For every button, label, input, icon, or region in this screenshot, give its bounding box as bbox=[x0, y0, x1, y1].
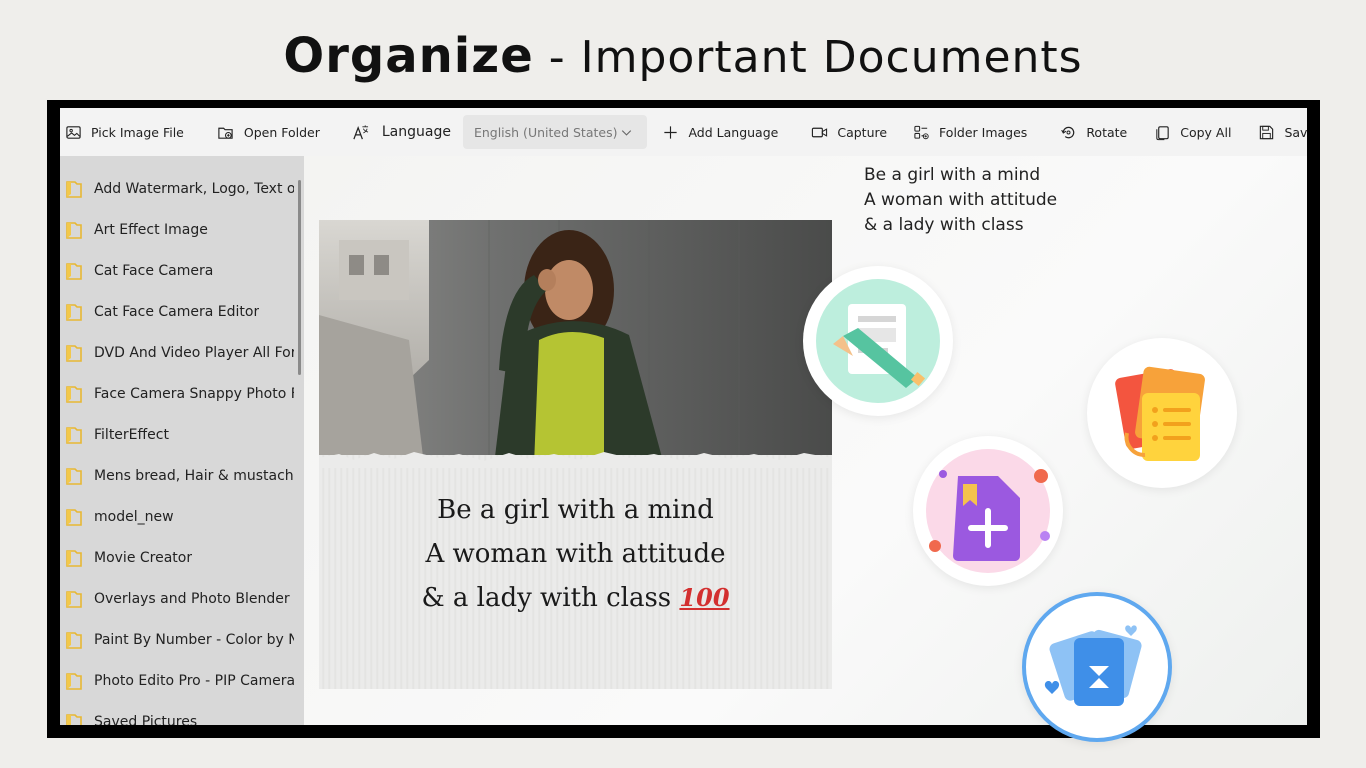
folder-list-item[interactable]: Face Camera Snappy Photo Filt bbox=[60, 373, 300, 414]
chevron-down-icon bbox=[617, 123, 635, 141]
folder-icon bbox=[66, 385, 82, 403]
copy-icon bbox=[1153, 123, 1171, 141]
folder-list-item[interactable]: Paint By Number - Color by Nu bbox=[60, 619, 300, 660]
folder-list-item[interactable]: DVD And Video Player All Form bbox=[60, 332, 300, 373]
folder-icon bbox=[66, 549, 82, 567]
add-document-bubble bbox=[913, 436, 1063, 586]
extracted-text[interactable]: Be a girl with a mind A woman with attit… bbox=[864, 163, 1057, 238]
folder-open-icon bbox=[217, 123, 235, 141]
folder-icon bbox=[66, 221, 82, 239]
add-language-label: Add Language bbox=[688, 124, 779, 140]
folder-list-item-label: Overlays and Photo Blender bbox=[94, 590, 290, 607]
language-control: Language bbox=[352, 108, 451, 156]
folder-list-item-label: Movie Creator bbox=[94, 549, 193, 566]
edit-document-icon bbox=[816, 279, 940, 403]
banner-headline: Organize - Important Documents bbox=[0, 28, 1366, 84]
folder-list-item-label: FilterEffect bbox=[94, 426, 169, 443]
folder-list-item[interactable]: Overlays and Photo Blender bbox=[60, 578, 300, 619]
compress-document-icon bbox=[1044, 625, 1142, 706]
folder-list-item[interactable]: Saved Pictures bbox=[60, 701, 300, 725]
copy-all-label: Copy All bbox=[1180, 124, 1232, 140]
add-document-icon bbox=[926, 449, 1050, 573]
pick-image-file-button[interactable]: Pick Image File bbox=[64, 108, 184, 156]
capture-label: Capture bbox=[837, 124, 888, 140]
save-button[interactable]: Save bbox=[1257, 108, 1307, 156]
compress-document-bubble bbox=[1022, 592, 1172, 742]
folder-icon bbox=[66, 467, 82, 485]
video-camera-icon bbox=[810, 123, 828, 141]
folder-list-item[interactable]: Photo Edito Pro - PIP Camera E bbox=[60, 660, 300, 701]
folder-images-label: Folder Images bbox=[939, 124, 1028, 140]
folder-list-item-label: DVD And Video Player All Form bbox=[94, 344, 294, 361]
document-list-bubble bbox=[1087, 338, 1237, 488]
folder-icon bbox=[66, 426, 82, 444]
pick-image-file-label: Pick Image File bbox=[91, 124, 184, 140]
image-quote-line3: & a lady with class bbox=[421, 583, 672, 613]
folder-icon bbox=[66, 344, 82, 362]
folder-list-item[interactable]: Cat Face Camera Editor bbox=[60, 291, 300, 332]
folder-list-item[interactable]: Art Effect Image bbox=[60, 209, 300, 250]
language-dropdown[interactable]: English (United States) bbox=[462, 115, 648, 149]
banner-bold-text: Organize bbox=[283, 28, 534, 84]
folder-icon bbox=[66, 262, 82, 280]
folder-list-item-label: model_new bbox=[94, 508, 174, 525]
folder-list-item-label: Face Camera Snappy Photo Filt bbox=[94, 385, 294, 402]
image-quote: Be a girl with a mind A woman with attit… bbox=[319, 488, 832, 620]
capture-button[interactable]: Capture bbox=[810, 108, 887, 156]
extracted-text-line3: & a lady with class bbox=[864, 215, 1024, 235]
folder-icon bbox=[66, 590, 82, 608]
image-quote-line1: Be a girl with a mind bbox=[437, 495, 714, 525]
folder-list-item-label: Photo Edito Pro - PIP Camera E bbox=[94, 672, 294, 689]
scrollbar-thumb[interactable] bbox=[298, 180, 301, 375]
font-language-icon bbox=[352, 123, 370, 141]
folder-list-item-label: Saved Pictures bbox=[94, 713, 198, 726]
rotate-label: Rotate bbox=[1086, 124, 1128, 140]
plus-icon bbox=[661, 123, 679, 141]
extracted-text-line1: Be a girl with a mind bbox=[864, 165, 1041, 185]
folder-list: Add Watermark, Logo, Text on I Art Effect… bbox=[60, 156, 304, 725]
folder-list-item[interactable]: model_new bbox=[60, 496, 300, 537]
language-selected-value: English (United States) bbox=[473, 124, 618, 140]
document-list-icon bbox=[1115, 366, 1205, 461]
folder-list-item-label: Cat Face Camera bbox=[94, 262, 214, 279]
image-preview: Be a girl with a mind A woman with attit… bbox=[319, 220, 832, 689]
extracted-text-line2: A woman with attitude bbox=[864, 190, 1058, 210]
folder-images-icon bbox=[912, 123, 930, 141]
open-folder-label: Open Folder bbox=[243, 124, 320, 140]
portrait-photo bbox=[319, 220, 832, 465]
image-icon bbox=[64, 123, 82, 141]
edit-document-bubble bbox=[803, 266, 953, 416]
folder-icon bbox=[66, 672, 82, 690]
folder-icon bbox=[66, 713, 82, 725]
save-label: Save bbox=[1284, 124, 1307, 140]
folder-list-item[interactable]: FilterEffect bbox=[60, 414, 300, 455]
folder-list-item-label: Art Effect Image bbox=[94, 221, 208, 238]
folder-images-button[interactable]: Folder Images bbox=[912, 108, 1027, 156]
save-icon bbox=[1257, 123, 1275, 141]
folder-list-item[interactable]: Movie Creator bbox=[60, 537, 300, 578]
folder-icon bbox=[66, 508, 82, 526]
folder-list-item[interactable]: Mens bread, Hair & mustache bbox=[60, 455, 300, 496]
folder-list-item-label: Cat Face Camera Editor bbox=[94, 303, 260, 320]
rotate-icon bbox=[1059, 123, 1077, 141]
hundred-points-emoji: 100 bbox=[679, 583, 730, 612]
folder-icon bbox=[66, 180, 82, 198]
open-folder-button[interactable]: Open Folder bbox=[217, 108, 320, 156]
add-language-button[interactable]: Add Language bbox=[661, 108, 778, 156]
rotate-button[interactable]: Rotate bbox=[1059, 108, 1127, 156]
folder-list-item[interactable]: Cat Face Camera bbox=[60, 250, 300, 291]
folder-list-item[interactable]: Add Watermark, Logo, Text on I bbox=[60, 168, 300, 209]
torn-paper-edge bbox=[319, 452, 832, 468]
folder-icon bbox=[66, 303, 82, 321]
language-label: Language bbox=[381, 124, 451, 140]
image-quote-line2: A woman with attitude bbox=[425, 539, 726, 569]
copy-all-button[interactable]: Copy All bbox=[1153, 108, 1231, 156]
toolbar: Pick Image File Open Folder Language Eng… bbox=[60, 108, 1307, 156]
folder-list-item-label: Add Watermark, Logo, Text on I bbox=[94, 180, 294, 197]
folder-icon bbox=[66, 631, 82, 649]
folder-list-item-label: Paint By Number - Color by Nu bbox=[94, 631, 294, 648]
folder-list-item-label: Mens bread, Hair & mustache bbox=[94, 467, 294, 484]
banner-rest-text: - Important Documents bbox=[533, 32, 1083, 83]
